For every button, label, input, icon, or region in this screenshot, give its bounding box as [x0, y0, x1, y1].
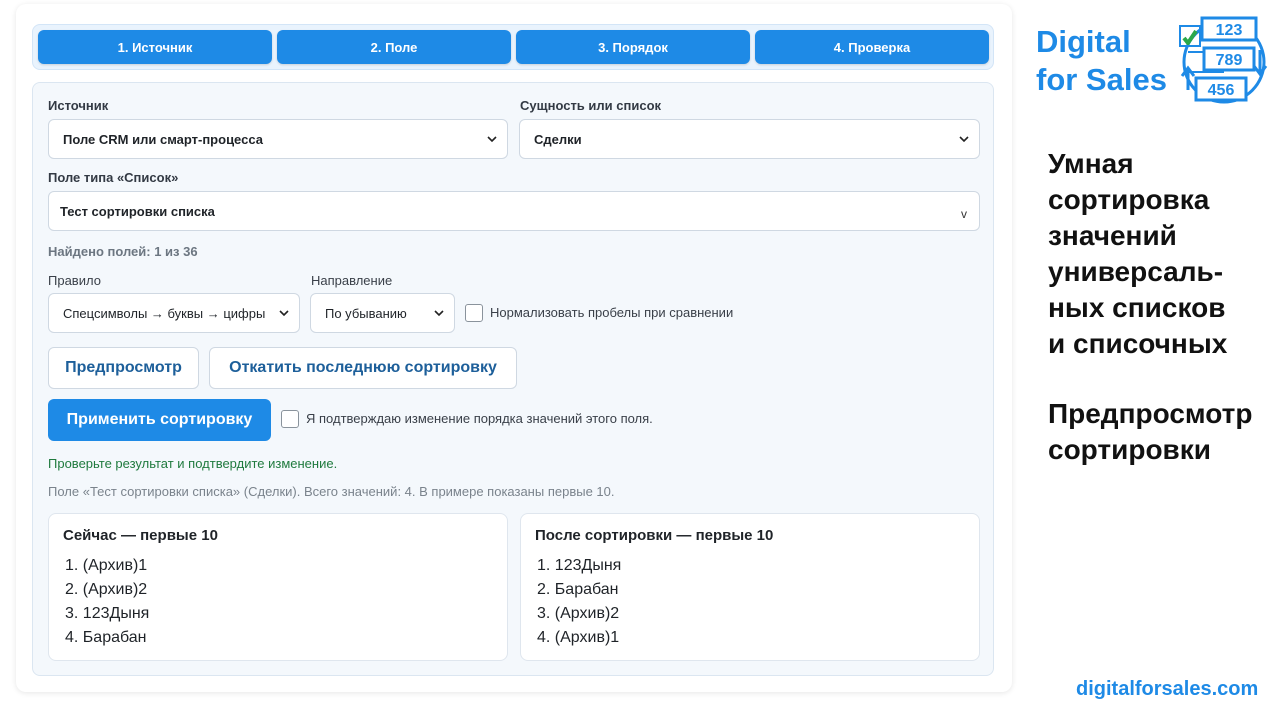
headline-line: и списочных	[1048, 328, 1228, 359]
headline-line: Умная	[1048, 148, 1134, 179]
normalize-checkbox-label: Нормализовать пробелы при сравнении	[490, 305, 734, 320]
field-combobox-value: Тест сортировки списка	[60, 203, 215, 219]
direction-select[interactable]: По убыванию	[310, 293, 455, 333]
source-select[interactable]: Поле CRM или смарт-процесса	[48, 119, 508, 159]
after-list-title: После сортировки — первые 10	[535, 527, 774, 544]
current-list-card: Сейчас — первые 10 1. (Архив)1 2. (Архив…	[48, 513, 508, 661]
subheadline-line: Предпросмотр	[1048, 398, 1253, 429]
slide-subheadline: Предпросмотр сортировки	[1048, 396, 1252, 468]
website-url[interactable]: digitalforsales.com	[1076, 678, 1258, 701]
list-item: 4. (Архив)1	[537, 629, 620, 646]
list-item: 1. (Архив)1	[65, 557, 148, 574]
entity-label: Сущность или список	[520, 98, 662, 113]
chevron-down-icon	[487, 136, 497, 143]
info-message: Поле «Тест сортировки списка» (Сделки). …	[48, 484, 615, 499]
entity-select-value: Сделки	[534, 131, 582, 147]
combobox-caret-icon: v	[961, 207, 967, 221]
direction-label: Направление	[311, 273, 393, 288]
list-item: 4. Барабан	[65, 629, 147, 646]
field-combobox[interactable]: Тест сортировки списка v	[48, 191, 980, 231]
logo-number-1: 123	[1216, 22, 1243, 39]
list-item: 1. 123Дыня	[537, 557, 622, 574]
brand-name-line1: Digital	[1036, 24, 1131, 59]
chevron-down-icon	[959, 136, 969, 143]
slide-headline: Умная сортировка значений универсаль- ны…	[1048, 146, 1227, 362]
current-list: 1. (Архив)1 2. (Архив)2 3. 123Дыня 4. Ба…	[65, 554, 149, 650]
entity-select[interactable]: Сделки	[519, 119, 980, 159]
headline-line: сортировка	[1048, 184, 1210, 215]
rollback-button[interactable]: Откатить последнюю сортировку	[209, 347, 517, 389]
current-list-title: Сейчас — первые 10	[63, 527, 218, 544]
after-list: 1. 123Дыня 2. Барабан 3. (Архив)2 4. (Ар…	[537, 554, 621, 650]
subheadline-line: сортировки	[1048, 434, 1211, 465]
logo-number-2: 789	[1216, 52, 1243, 69]
source-label: Источник	[48, 98, 109, 113]
source-select-value: Поле CRM или смарт-процесса	[63, 131, 263, 147]
logo-number-3: 456	[1208, 82, 1235, 99]
rule-select[interactable]: Спецсимволы → буквы → цифры	[48, 293, 300, 333]
step-tab-check[interactable]: 4. Проверка	[755, 30, 989, 64]
sort-logo-icon: 123 789 456	[1179, 16, 1268, 104]
step-tab-source[interactable]: 1. Источник	[38, 30, 272, 64]
chevron-down-icon	[434, 310, 444, 317]
apply-button[interactable]: Применить сортировку	[48, 399, 271, 441]
list-item: 2. (Архив)2	[65, 581, 148, 598]
chevron-down-icon	[279, 310, 289, 317]
direction-select-value: По убыванию	[325, 305, 407, 321]
headline-line: ных списков	[1048, 292, 1226, 323]
step-tab-order[interactable]: 3. Порядок	[516, 30, 750, 64]
step-tab-field[interactable]: 2. Поле	[277, 30, 511, 64]
list-item: 3. (Архив)2	[537, 605, 620, 622]
wizard-steps: 1. Источник 2. Поле 3. Порядок 4. Провер…	[32, 24, 994, 70]
found-count: Найдено полей: 1 из 36	[48, 244, 198, 259]
preview-button[interactable]: Предпросмотр	[48, 347, 199, 389]
rule-select-value: Спецсимволы → буквы → цифры	[63, 305, 266, 321]
confirm-checkbox-label: Я подтверждаю изменение порядка значений…	[306, 411, 653, 426]
check-message: Проверьте результат и подтвердите измене…	[48, 456, 338, 471]
headline-line: универсаль-	[1048, 256, 1224, 287]
list-item: 2. Барабан	[537, 581, 619, 598]
slide: 1. Источник 2. Поле 3. Порядок 4. Провер…	[0, 0, 1280, 720]
after-list-card: После сортировки — первые 10 1. 123Дыня …	[520, 513, 980, 661]
brand-name-line2: for Sales	[1036, 62, 1167, 97]
headline-line: значений	[1048, 220, 1177, 251]
normalize-checkbox[interactable]	[465, 304, 483, 322]
list-item: 3. 123Дыня	[65, 605, 150, 622]
confirm-checkbox[interactable]	[281, 410, 299, 428]
field-label: Поле типа «Список»	[48, 170, 179, 185]
rule-label: Правило	[48, 273, 101, 288]
